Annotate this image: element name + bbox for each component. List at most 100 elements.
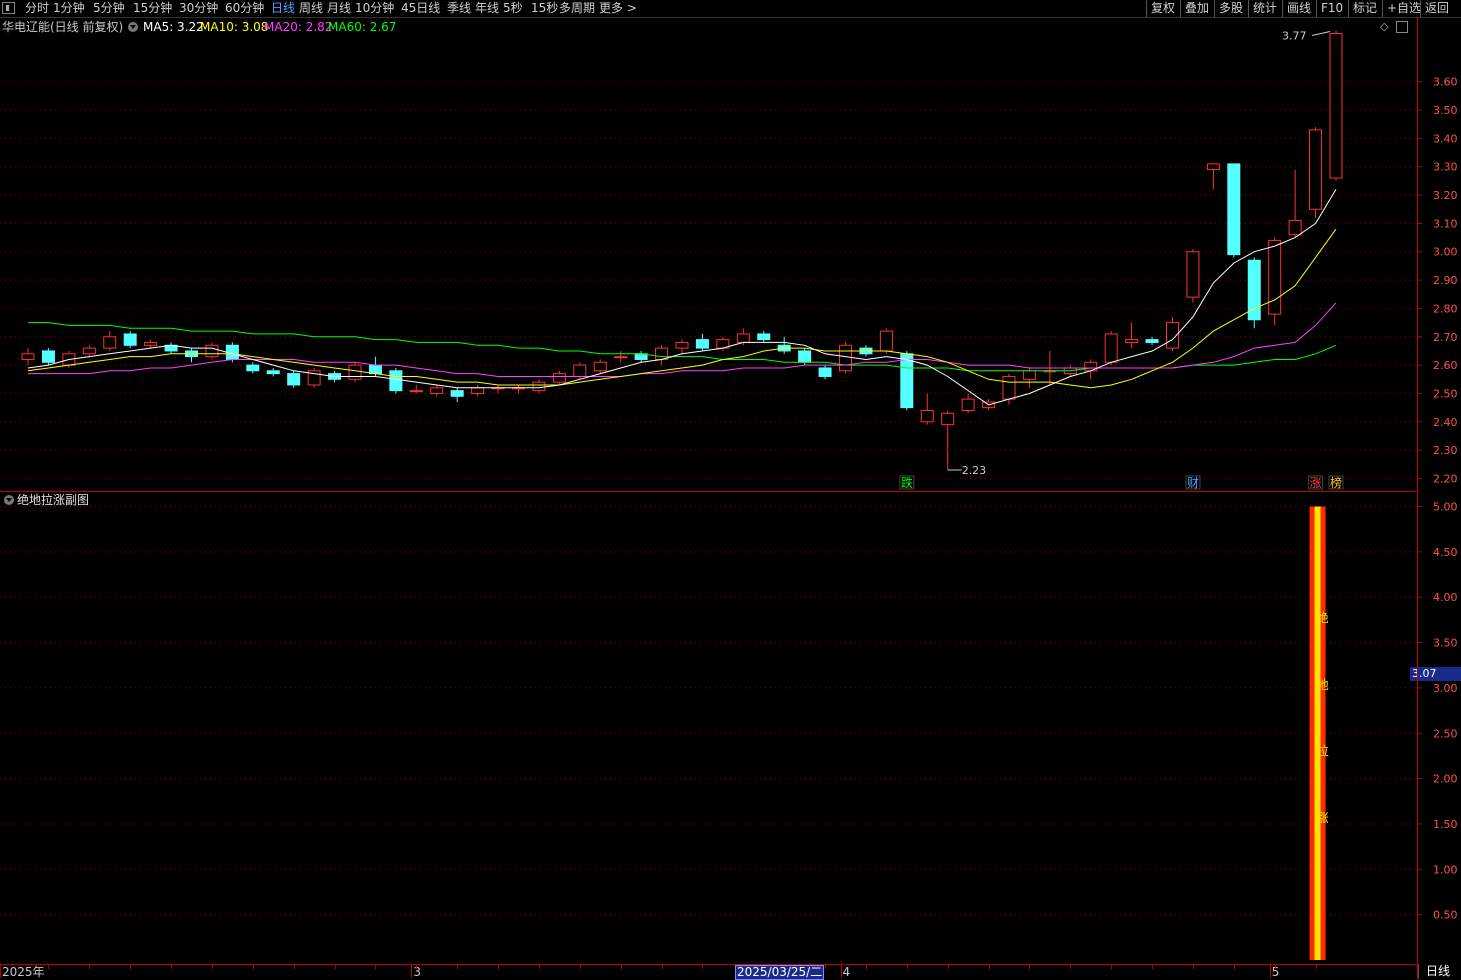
sub-y-tick-label: 1.50 [1433,818,1458,831]
y-tick-label: 3.20 [1433,189,1458,202]
period-indicator[interactable]: 日线 [1418,964,1457,979]
tab-5[interactable]: 60分钟 [225,0,264,17]
toolbar-button-4[interactable]: 画线 [1282,0,1315,17]
tab-8[interactable]: 月线 [327,0,351,17]
tab-9[interactable]: 10分钟 [355,0,394,17]
candle [1186,248,1200,303]
date-tick [411,965,413,978]
signal-char: 涨 [1317,810,1329,825]
tab-3[interactable]: 15分钟 [133,0,172,17]
candle-body [757,333,771,341]
candle-body [1206,163,1220,171]
candle [614,350,628,363]
marker-label: 涨 [1310,475,1322,490]
candle-body [1288,220,1302,236]
date-minor-tick [866,965,867,969]
y-tick-label: 3.40 [1433,132,1458,145]
price-chart[interactable]: 3.60 3.50 3.40 3.30 3.20 3.10 3.00 2.90 2.80 2.70… [0,17,1461,491]
panel-toggle-icon[interactable] [2,2,15,14]
tab-2[interactable]: 5分钟 [93,0,125,17]
tab-6[interactable]: 日线 [271,0,295,17]
candle [185,348,198,363]
date-minor-tick [498,965,499,969]
tab-1[interactable]: 1分钟 [53,0,85,17]
date-minor-tick [457,965,458,969]
candle-body [675,341,689,349]
tab-10[interactable]: 45日线 [401,0,440,17]
toolbar-button-1[interactable]: 叠加 [1180,0,1213,17]
signal-char: 绝 [1317,610,1329,625]
sub-y-tick-label: 3.50 [1433,637,1458,650]
candle-body [103,336,117,349]
y-tick-label: 3.60 [1433,76,1458,89]
candle-body [266,370,280,375]
toolbar-button-0[interactable]: 复权 [1146,0,1179,17]
date-minor-tick [1111,965,1112,969]
date-tick [840,965,842,978]
y-tick-label: 3.10 [1433,217,1458,230]
date-minor-tick [89,965,90,969]
candle-body [552,373,566,383]
y-tick-label: 2.60 [1433,359,1458,372]
date-minor-tick [375,965,376,969]
candle-body [368,364,382,375]
candle-body [1104,333,1118,363]
date-label: 2025年 [2,965,45,979]
candle [1268,237,1282,326]
date-minor-tick [948,965,949,969]
date-minor-tick [48,965,49,969]
sub-y-tick-label: 2.50 [1433,727,1458,740]
y-tick-label: 2.90 [1433,274,1458,287]
date-minor-tick [335,965,336,969]
candle-body [41,350,55,363]
candle [839,342,852,374]
toolbar-button-5[interactable]: F10 [1316,0,1347,17]
tab-12[interactable]: 年线 [475,0,499,17]
candle [21,348,35,366]
toolbar-button-2[interactable]: 多股 [1214,0,1247,17]
candle [205,342,219,360]
date-minor-tick [702,965,703,969]
y-tick-label: 2.50 [1433,387,1458,400]
date-minor-tick [212,965,213,969]
tab-0[interactable]: 分时 [25,0,49,17]
tab-15[interactable]: 多周期 [559,0,595,17]
high-label: 3.77 [1282,30,1307,43]
toolbar-button-3[interactable]: 统计 [1248,0,1281,17]
tab-4[interactable]: 30分钟 [179,0,218,17]
date-minor-tick [825,965,826,969]
candle [144,339,158,349]
candle [307,367,321,388]
date-minor-tick [253,965,254,969]
tab-7[interactable]: 周线 [299,0,323,17]
low-label: 2.23 [962,464,987,477]
toolbar-button-8[interactable]: 返回 [1420,0,1453,17]
candle [757,331,771,343]
date-minor-tick [580,965,581,969]
candle-body [573,364,587,377]
candle-body [593,361,607,372]
date-minor-tick [662,965,663,969]
toolbar-button-6[interactable]: 标记 [1348,0,1381,17]
sub-y-tick-label: 4.00 [1433,591,1458,604]
toolbar-button-7[interactable]: +自选 [1382,0,1425,17]
candle-body [961,398,975,411]
signal-bar-inner [1314,506,1321,960]
tab-16[interactable]: 更多 > [599,0,637,17]
candle-body [900,353,914,409]
candle-body [123,333,137,346]
date-minor-tick [539,965,540,969]
tab-14[interactable]: 15秒 [531,0,558,17]
selected-date: 2025/03/25/二 [735,965,825,980]
candle-body [532,381,546,392]
sub-y-tick-label: 0.50 [1433,909,1458,922]
candle [552,370,566,385]
candle [675,339,689,354]
y-tick-label: 3.00 [1433,246,1458,259]
candle-body [695,339,709,349]
tab-13[interactable]: 5秒 [503,0,523,17]
period-toolbar: 分时 1分钟 5分钟 15分钟 30分钟 60分钟 日线 周线 月线 10分钟 45日线 季线 年线 5秒… [0,0,1461,18]
tab-11[interactable]: 季线 [447,0,471,17]
indicator-chart[interactable]: 5.00 4.50 4.00 3.50 3.00 2.50 2.00 1.50 1.00 0.50… [0,492,1461,964]
candle [1145,336,1159,346]
